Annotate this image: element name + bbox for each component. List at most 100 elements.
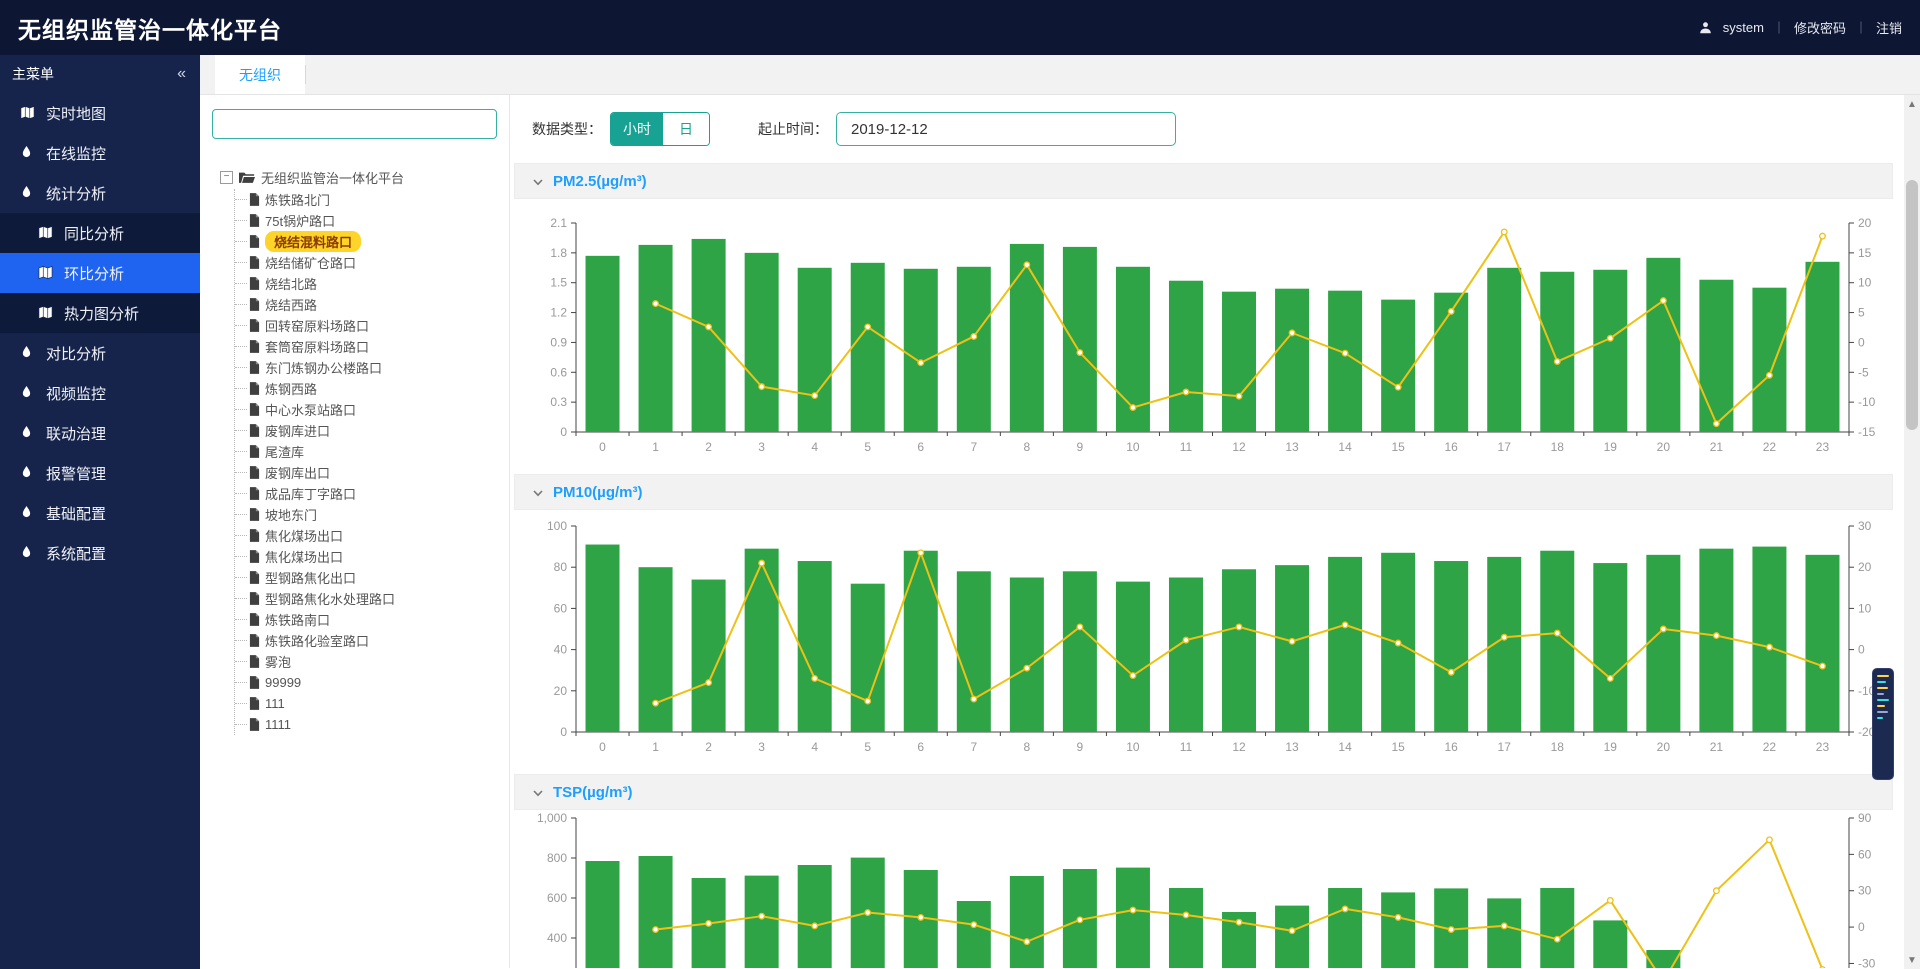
change-password-link[interactable]: 修改密码 [1794,18,1846,37]
bar-hour-3[interactable] [745,876,779,968]
bar-hour-1[interactable] [639,567,673,732]
line-point-hour-11[interactable] [1183,389,1189,395]
line-point-hour-13[interactable] [1289,928,1295,934]
line-point-hour-11[interactable] [1183,912,1189,918]
line-point-hour-23[interactable] [1820,663,1826,669]
bar-hour-4[interactable] [798,268,832,432]
line-point-hour-7[interactable] [971,922,977,928]
line-point-hour-16[interactable] [1448,927,1454,933]
bar-hour-20[interactable] [1646,258,1680,432]
tree-root[interactable]: − 无组织监管治一体化平台 [212,165,497,189]
line-point-hour-8[interactable] [1024,939,1030,945]
line-point-hour-21[interactable] [1714,888,1720,894]
tree-node-8[interactable]: 东门炼钢办公楼路口 [235,357,497,378]
line-point-hour-8[interactable] [1024,665,1030,671]
bar-hour-3[interactable] [745,549,779,732]
line-point-hour-19[interactable] [1608,335,1614,341]
line-point-hour-1[interactable] [653,700,659,706]
line-point-hour-3[interactable] [759,913,765,919]
bar-hour-11[interactable] [1169,888,1203,968]
line-point-hour-21[interactable] [1714,421,1720,427]
bar-hour-0[interactable] [586,545,620,732]
line-point-hour-6[interactable] [918,550,924,556]
tree-node-16[interactable]: 焦化煤场出口 [235,525,497,546]
tree-node-7[interactable]: 套筒窑原料场路口 [235,336,497,357]
tree-node-10[interactable]: 中心水泵站路口 [235,399,497,420]
pm25-panel-header[interactable]: PM2.5(µg/m³) [514,163,1893,199]
data-type-day-button[interactable]: 日 [663,113,709,145]
bar-hour-8[interactable] [1010,244,1044,432]
logout-link[interactable]: 注销 [1876,18,1902,37]
sidebar-subitem-2-0[interactable]: 同比分析 [0,213,200,253]
bar-hour-12[interactable] [1222,292,1256,432]
bar-hour-14[interactable] [1328,557,1362,732]
bar-hour-8[interactable] [1010,876,1044,968]
bar-hour-13[interactable] [1275,906,1309,968]
tree-node-23[interactable]: 99999 [235,672,497,693]
tree-node-3[interactable]: 烧结储矿仓路口 [235,252,497,273]
tree-node-11[interactable]: 废钢库进口 [235,420,497,441]
bar-hour-17[interactable] [1487,268,1521,432]
tree-expander-icon[interactable]: − [220,171,233,184]
bar-hour-8[interactable] [1010,578,1044,733]
bar-hour-18[interactable] [1540,888,1574,968]
bar-hour-21[interactable] [1699,280,1733,432]
bar-hour-4[interactable] [798,865,832,968]
sidebar-subitem-2-2[interactable]: 热力图分析 [0,293,200,333]
sidebar-collapse-button[interactable]: « [177,65,186,83]
line-point-hour-15[interactable] [1395,915,1401,921]
bar-hour-11[interactable] [1169,281,1203,432]
line-point-hour-13[interactable] [1289,330,1295,336]
bar-hour-1[interactable] [639,245,673,432]
sidebar-item-3[interactable]: 对比分析 [0,333,200,373]
minimap-widget[interactable] [1872,668,1894,780]
bar-hour-4[interactable] [798,561,832,732]
line-point-hour-10[interactable] [1130,907,1136,913]
line-point-hour-14[interactable] [1342,906,1348,912]
tree-node-17[interactable]: 焦化煤场出口 [235,546,497,567]
bar-hour-7[interactable] [957,571,991,732]
sidebar-item-6[interactable]: 报警管理 [0,453,200,493]
scrollbar-up-arrow[interactable]: ▲ [1904,95,1920,113]
bar-hour-12[interactable] [1222,569,1256,732]
line-point-hour-15[interactable] [1395,640,1401,646]
line-point-hour-12[interactable] [1236,393,1242,399]
bar-hour-22[interactable] [1752,547,1786,732]
bar-hour-19[interactable] [1593,920,1627,968]
line-point-hour-17[interactable] [1501,229,1507,235]
line-point-hour-10[interactable] [1130,673,1136,679]
pm10-panel-header[interactable]: PM10(µg/m³) [514,474,1893,510]
bar-hour-9[interactable] [1063,571,1097,732]
line-point-hour-1[interactable] [653,927,659,933]
bar-hour-14[interactable] [1328,888,1362,968]
tree-node-14[interactable]: 成品库丁字路口 [235,483,497,504]
line-point-hour-12[interactable] [1236,919,1242,925]
tree-node-21[interactable]: 炼铁路化验室路口 [235,630,497,651]
tree-node-19[interactable]: 型钢路焦化水处理路口 [235,588,497,609]
bar-hour-9[interactable] [1063,247,1097,432]
line-point-hour-2[interactable] [706,324,712,330]
line-point-hour-3[interactable] [759,560,765,566]
bar-hour-6[interactable] [904,269,938,432]
bar-hour-13[interactable] [1275,565,1309,732]
bar-hour-10[interactable] [1116,868,1150,968]
tree-node-5[interactable]: 烧结西路 [235,294,497,315]
line-point-hour-15[interactable] [1395,384,1401,390]
bar-hour-5[interactable] [851,263,885,432]
line-point-hour-21[interactable] [1714,633,1720,639]
bar-hour-7[interactable] [957,267,991,432]
line-point-hour-19[interactable] [1608,898,1614,904]
line-point-hour-18[interactable] [1554,630,1560,636]
line-point-hour-14[interactable] [1342,350,1348,356]
line-point-hour-4[interactable] [812,923,818,929]
line-point-hour-14[interactable] [1342,622,1348,628]
bar-hour-0[interactable] [586,256,620,432]
sidebar-item-0[interactable]: 实时地图 [0,93,200,133]
line-point-hour-22[interactable] [1767,372,1773,378]
bar-hour-19[interactable] [1593,563,1627,732]
tree-node-6[interactable]: 回转窑原料场路口 [235,315,497,336]
scrollbar-thumb[interactable] [1906,180,1918,430]
bar-hour-16[interactable] [1434,561,1468,732]
data-type-hour-button[interactable]: 小时 [611,113,663,145]
tree-root-label[interactable]: 无组织监管治一体化平台 [261,168,404,187]
